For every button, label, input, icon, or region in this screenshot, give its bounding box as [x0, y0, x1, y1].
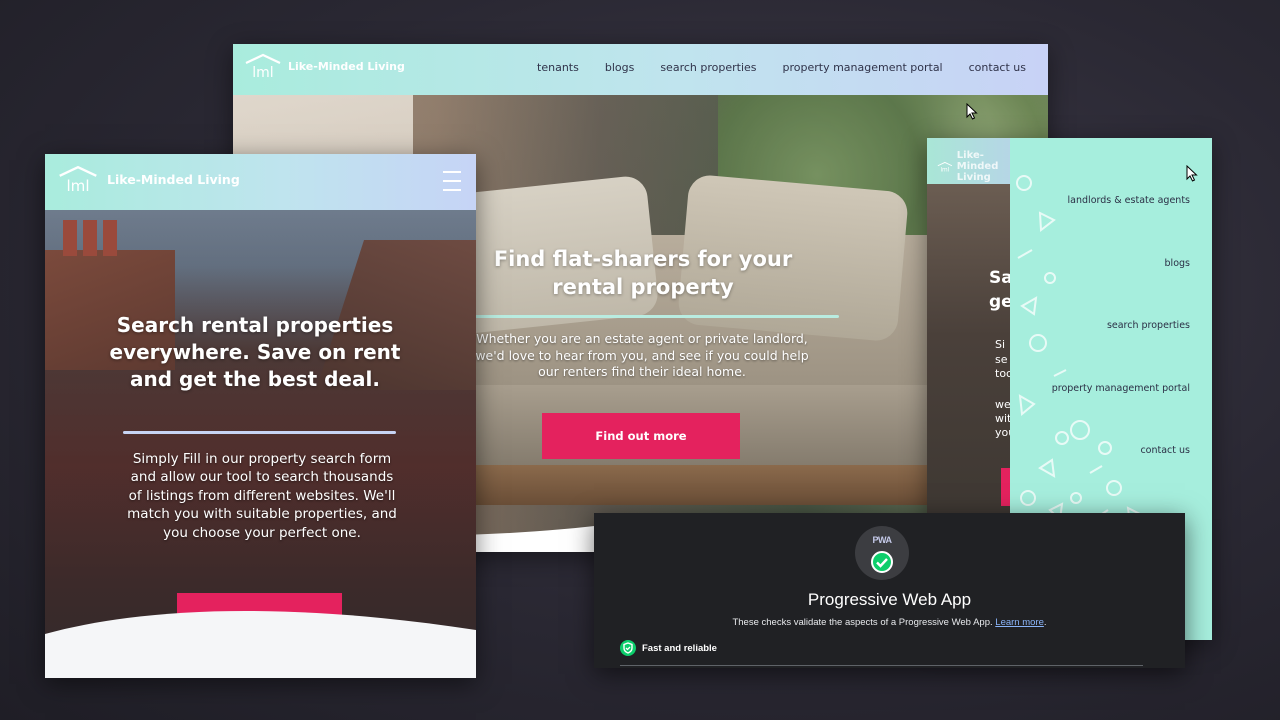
mobile-hero-divider	[123, 431, 396, 434]
pwa-divider	[620, 665, 1143, 666]
pwa-description: These checks validate the aspects of a P…	[594, 617, 1185, 628]
mobile-hero-image: Search rental properties everywhere. Sav…	[45, 210, 476, 678]
hero-chimney	[83, 220, 97, 256]
hero-wave	[45, 610, 476, 678]
mobile-navbar: lml Like-Minded Living	[45, 154, 476, 210]
menu-item-blogs[interactable]: blogs	[1165, 258, 1190, 269]
desktop-hero-subtitle: Whether you are an estate agent or priva…	[475, 331, 809, 379]
underlay-text-fragment: wit	[995, 412, 1012, 425]
mouse-cursor-icon	[1186, 165, 1198, 182]
desktop-brand[interactable]: lml Like-Minded Living	[244, 53, 405, 79]
shield-icon	[620, 640, 636, 656]
hamburger-menu-icon[interactable]	[443, 171, 461, 191]
mobile-site-window: Search rental properties everywhere. Sav…	[45, 154, 476, 678]
menu-item-landlords[interactable]: landlords & estate agents	[1068, 195, 1190, 206]
learn-more-link[interactable]: Learn more	[995, 617, 1044, 628]
find-out-more-button[interactable]: Find out more	[542, 413, 740, 459]
menu-item-contact-us[interactable]: contact us	[1140, 445, 1190, 456]
pwa-item-label: Fast and reliable	[642, 642, 717, 654]
pwa-description-text: These checks validate the aspects of a P…	[732, 617, 993, 628]
underlay-text-fragment: Si	[995, 338, 1006, 351]
check-icon	[871, 551, 893, 573]
mobile-hero-subtitle: Simply Fill in our property search form …	[127, 451, 397, 541]
hero-chimney	[103, 220, 117, 256]
mouse-cursor-icon	[966, 103, 978, 120]
underlay-navbar: lml Like-Minded Living	[927, 138, 1011, 184]
underlay-text-fragment: se	[995, 353, 1008, 366]
nav-link-search-properties[interactable]: search properties	[660, 61, 756, 74]
menu-item-search-properties[interactable]: search properties	[1107, 320, 1190, 331]
menu-item-property-management-portal[interactable]: property management portal	[1052, 383, 1190, 394]
pwa-fast-reliable-item[interactable]: Fast and reliable	[620, 640, 717, 656]
nav-link-contact-us[interactable]: contact us	[969, 61, 1026, 74]
brand-name: Like-Minded Living	[107, 171, 240, 187]
nav-link-tenants[interactable]: tenants	[537, 61, 579, 74]
mobile-brand[interactable]: lml Like-Minded Living	[57, 165, 240, 193]
logo-initials: lml	[252, 65, 273, 79]
desktop-navbar: lml Like-Minded Living tenants blogs sea…	[233, 44, 1048, 95]
house-logo-icon: lml	[59, 165, 97, 193]
pwa-badge-icon: PWA	[855, 526, 909, 580]
nav-link-property-management-portal[interactable]: property management portal	[783, 61, 943, 74]
logo-initials: lml	[940, 167, 949, 173]
pwa-description-end: .	[1043, 617, 1047, 628]
desktop-hero-divider	[475, 315, 839, 318]
house-logo-icon: lml	[937, 161, 953, 173]
brand-name: Like-Minded Living	[288, 59, 405, 73]
nav-link-blogs[interactable]: blogs	[605, 61, 634, 74]
underlay-brand: lml Like-Minded Living	[937, 150, 1013, 183]
pwa-badge-text: PWA	[872, 535, 892, 545]
mobile-hero-title: Search rental properties everywhere. Sav…	[109, 313, 401, 391]
underlay-text-fragment: we	[995, 398, 1011, 411]
hero-chimney	[63, 220, 77, 256]
desktop-nav-links: tenants blogs search properties property…	[537, 61, 1026, 74]
brand-name: Like-Minded Living	[956, 150, 999, 183]
pwa-title: Progressive Web App	[807, 590, 972, 609]
desktop-hero-title: Find flat-sharers for your rental proper…	[493, 247, 793, 299]
logo-initials: lml	[66, 177, 89, 193]
house-logo-icon: lml	[244, 53, 282, 79]
lighthouse-pwa-panel: PWA Progressive Web App These checks val…	[594, 513, 1185, 668]
